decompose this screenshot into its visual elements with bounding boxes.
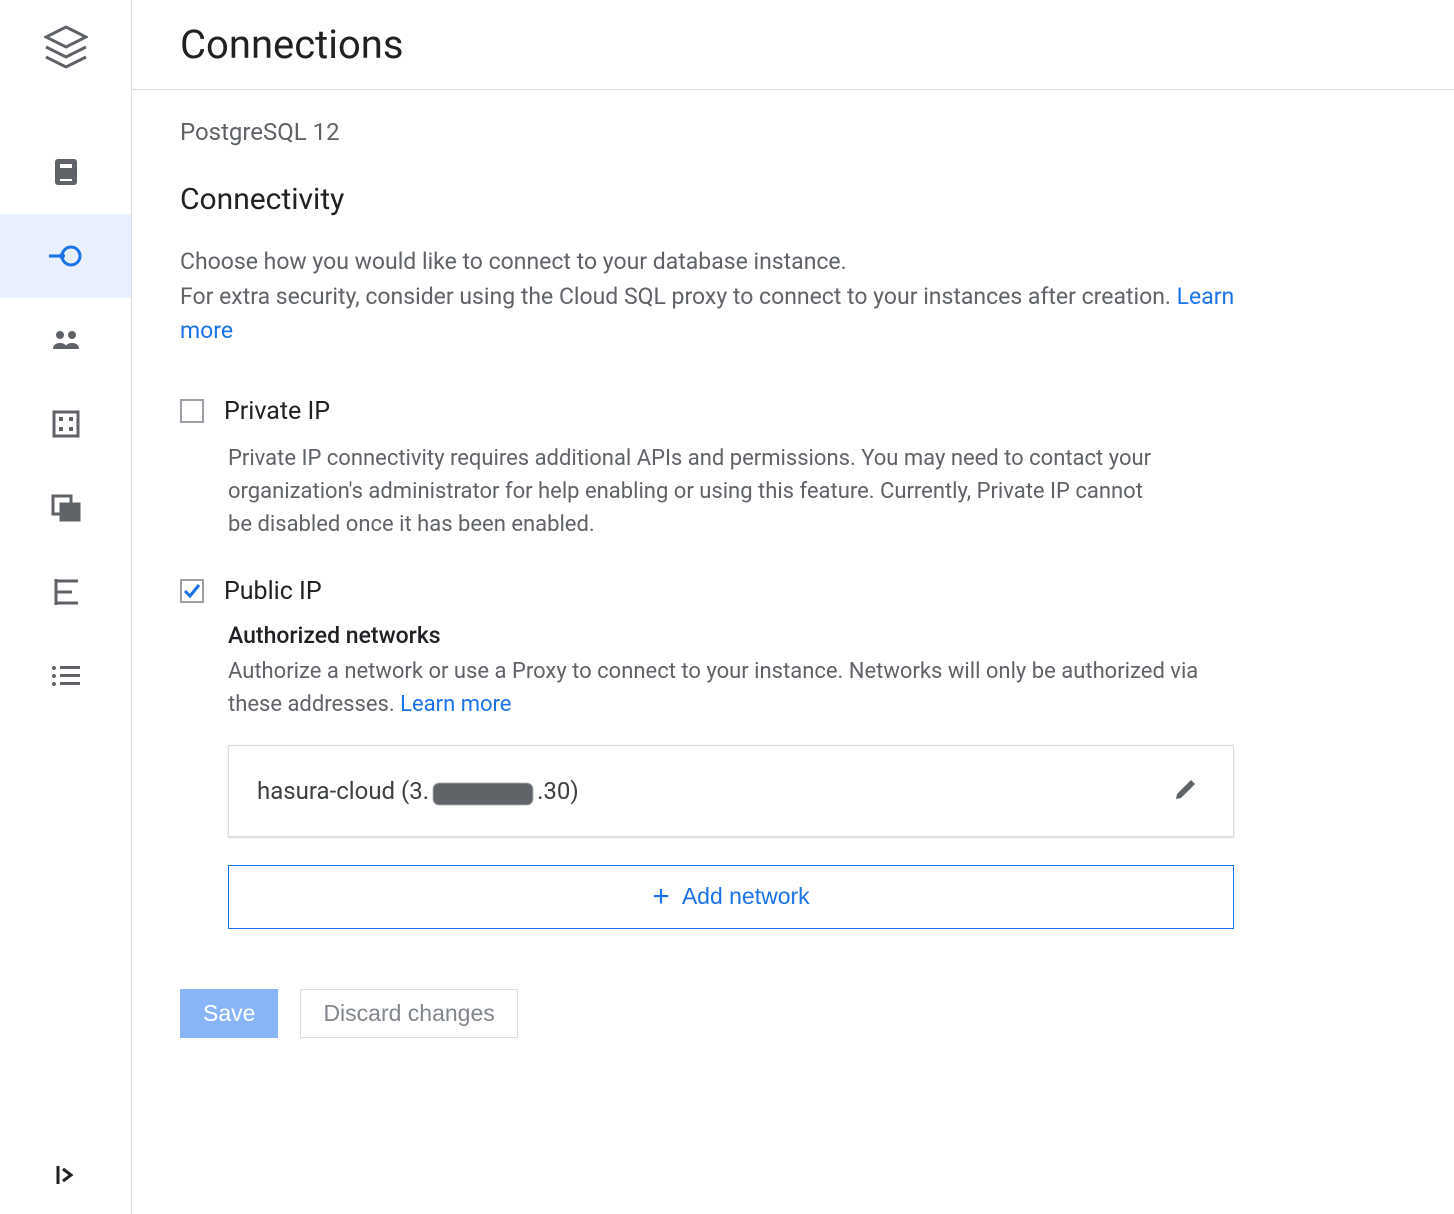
authorized-networks-desc-text: Authorize a network or use a Proxy to co… <box>228 659 1198 717</box>
chevron-right-icon <box>55 1164 77 1186</box>
product-logo <box>44 12 88 90</box>
sidebar-item-users[interactable] <box>0 298 131 382</box>
private-ip-checkbox[interactable] <box>180 399 204 423</box>
authorized-networks-block: Authorized networks Authorize a network … <box>228 622 1234 929</box>
sidebar-item-backups[interactable] <box>0 466 131 550</box>
pencil-icon <box>1173 776 1199 802</box>
sidebar-item-databases[interactable] <box>0 382 131 466</box>
public-ip-group: Public IP Authorized networks Authorize … <box>180 577 1406 929</box>
sidebar-item-overview[interactable] <box>0 130 131 214</box>
connectivity-desc-line2: For extra security, consider using the C… <box>180 283 1177 310</box>
sidebar-item-operations[interactable] <box>0 634 131 718</box>
list-icon <box>51 664 81 688</box>
authorized-networks-desc: Authorize a network or use a Proxy to co… <box>228 655 1234 721</box>
database-version: PostgreSQL 12 <box>180 118 1406 146</box>
network-entry-label: hasura-cloud (3. .30) <box>257 777 579 805</box>
public-ip-row: Public IP <box>180 577 1406 606</box>
connectivity-desc-line1: Choose how you would like to connect to … <box>180 248 847 275</box>
network-ip-close: ) <box>570 777 578 805</box>
auth-learn-more-link[interactable]: Learn more <box>400 692 511 717</box>
public-ip-checkbox[interactable] <box>180 579 204 603</box>
footer-actions: Save Discard changes <box>180 989 1406 1038</box>
public-ip-label: Public IP <box>224 577 322 606</box>
authorized-networks-title: Authorized networks <box>228 622 1234 649</box>
private-ip-group: Private IP Private IP connectivity requi… <box>180 397 1406 541</box>
users-icon <box>51 329 81 351</box>
content: PostgreSQL 12 Connectivity Choose how yo… <box>132 90 1454 1214</box>
grid-icon <box>52 410 80 438</box>
sidebar <box>0 0 132 1214</box>
private-ip-row: Private IP <box>180 397 1406 426</box>
network-ip-redacted <box>433 783 533 805</box>
network-ip-open: ( <box>395 777 409 805</box>
connection-icon <box>49 242 83 270</box>
private-ip-helper: Private IP connectivity requires additio… <box>228 442 1168 541</box>
save-button[interactable]: Save <box>180 989 278 1038</box>
add-network-button[interactable]: + Add network <box>228 865 1234 929</box>
add-network-label: Add network <box>682 883 810 910</box>
network-entry: hasura-cloud (3. .30) <box>228 745 1234 837</box>
page-header: Connections <box>132 0 1454 90</box>
connectivity-title: Connectivity <box>180 182 1406 217</box>
connectivity-description: Choose how you would like to connect to … <box>180 245 1240 349</box>
network-ip-prefix: 3. <box>409 777 429 805</box>
sidebar-items <box>0 130 131 718</box>
expand-sidebar-button[interactable] <box>55 1164 77 1190</box>
network-name: hasura-cloud <box>257 777 395 805</box>
page-title: Connections <box>180 21 404 68</box>
backup-icon <box>51 494 81 522</box>
discard-button[interactable]: Discard changes <box>300 989 517 1038</box>
main: Connections PostgreSQL 12 Connectivity C… <box>132 0 1454 1214</box>
edit-network-button[interactable] <box>1167 770 1205 812</box>
plus-icon: + <box>652 882 670 912</box>
tree-icon <box>52 577 80 607</box>
sidebar-item-connections[interactable] <box>0 214 131 298</box>
network-ip-suffix: .30 <box>537 777 570 805</box>
badge-icon <box>53 157 79 187</box>
sidebar-item-replicas[interactable] <box>0 550 131 634</box>
private-ip-label: Private IP <box>224 397 330 426</box>
stack-icon <box>44 25 88 77</box>
